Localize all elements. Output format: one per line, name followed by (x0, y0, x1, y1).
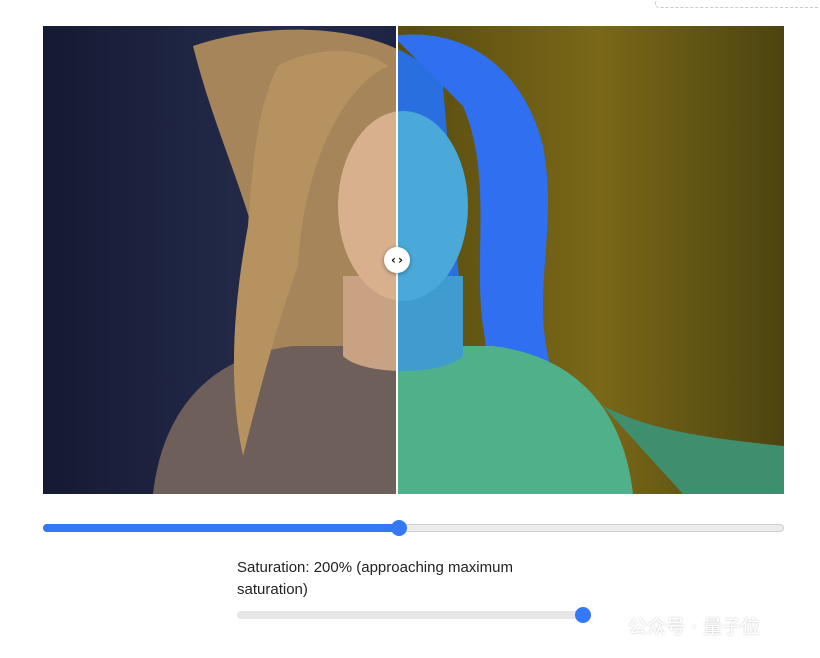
saturation-slider-track[interactable] (237, 611, 583, 619)
comparison-scene (43, 26, 784, 494)
watermark: 公众号 · 量子位 (594, 610, 760, 640)
comparison-slider[interactable] (43, 520, 784, 538)
saturation-label: Saturation: 200% (approaching maximum sa… (237, 559, 513, 598)
split-handle[interactable]: ‹ › (384, 247, 410, 273)
dashed-frame (655, 0, 820, 8)
comparison-slider-thumb[interactable] (391, 520, 407, 536)
saturation-slider[interactable] (237, 606, 591, 624)
chevron-left-icon: ‹ (391, 253, 396, 267)
image-comparison[interactable]: ‹ › (43, 26, 784, 494)
comparison-slider-fill (43, 524, 399, 532)
saturation-slider-thumb[interactable] (575, 607, 591, 623)
wechat-icon (594, 614, 622, 636)
watermark-text: 公众号 · 量子位 (628, 615, 761, 638)
chevron-right-icon: › (398, 253, 403, 267)
